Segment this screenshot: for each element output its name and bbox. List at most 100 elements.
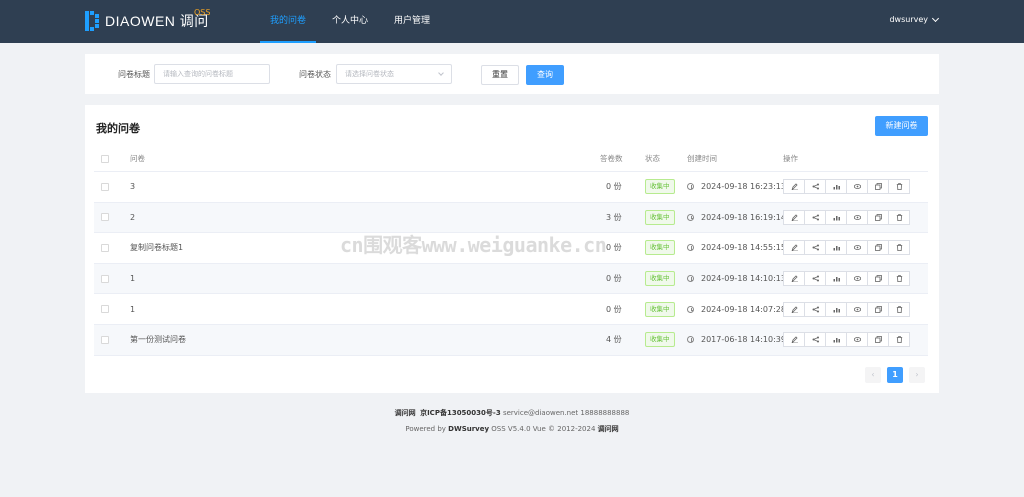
search-panel: 问卷标题 请输入查询的问卷标题 问卷状态 请选择问卷状态 重置 查询 xyxy=(85,54,939,94)
row-stats-button[interactable] xyxy=(825,179,847,195)
preview-icon xyxy=(853,245,861,251)
row-copy-button[interactable] xyxy=(867,240,889,256)
stats-icon xyxy=(833,246,840,251)
row-edit-button[interactable] xyxy=(783,179,805,195)
nav-my-surveys[interactable]: 我的问卷 xyxy=(260,0,317,43)
row-checkbox[interactable] xyxy=(101,274,109,283)
row-delete-button[interactable] xyxy=(888,271,910,287)
stats-icon xyxy=(833,215,840,221)
page-title: 我的问卷 xyxy=(96,122,140,135)
row-preview-button[interactable] xyxy=(846,332,868,348)
create-survey-button[interactable]: 新建问卷 xyxy=(875,116,928,136)
row-share-button[interactable] xyxy=(804,179,826,195)
row-share-button[interactable] xyxy=(804,301,826,317)
delete-icon xyxy=(896,336,902,344)
row-preview-button[interactable] xyxy=(846,209,868,225)
col-answers: 答卷数 xyxy=(600,154,623,163)
row-preview-button[interactable] xyxy=(846,240,868,256)
row-copy-button[interactable] xyxy=(867,301,889,317)
footer-brand-2: 调问网 xyxy=(597,425,619,433)
row-stats-button[interactable] xyxy=(825,209,847,225)
row-preview-button[interactable] xyxy=(846,301,868,317)
status-select[interactable]: 请选择问卷状态 xyxy=(336,64,452,84)
row-actions xyxy=(783,301,910,317)
status-select-placeholder: 请选择问卷状态 xyxy=(345,70,394,78)
row-checkbox[interactable] xyxy=(101,213,109,222)
clock-icon xyxy=(687,336,694,344)
row-share-button[interactable] xyxy=(804,271,826,287)
row-stats-button[interactable] xyxy=(825,301,847,317)
select-all-checkbox[interactable] xyxy=(101,154,109,163)
prev-page-button[interactable]: ‹ xyxy=(865,367,881,383)
row-share-button[interactable] xyxy=(804,332,826,348)
clock-icon xyxy=(687,305,694,313)
query-button[interactable]: 查询 xyxy=(526,65,564,85)
row-actions xyxy=(783,332,910,348)
preview-icon xyxy=(853,184,861,190)
nav-profile[interactable]: 个人中心 xyxy=(322,0,378,43)
survey-name[interactable]: 复制问卷标题1 xyxy=(130,233,183,263)
row-delete-button[interactable] xyxy=(888,209,910,225)
survey-name[interactable]: 3 xyxy=(130,172,135,202)
row-edit-button[interactable] xyxy=(783,332,805,348)
row-preview-button[interactable] xyxy=(846,179,868,195)
copy-icon xyxy=(874,213,882,221)
next-page-button[interactable]: › xyxy=(909,367,925,383)
edit-icon xyxy=(791,244,798,252)
created-time: 2024-09-18 16:23:13 xyxy=(701,182,786,192)
row-delete-button[interactable] xyxy=(888,240,910,256)
answer-count: 3 份 xyxy=(606,212,622,222)
row-share-button[interactable] xyxy=(804,240,826,256)
row-share-button[interactable] xyxy=(804,209,826,225)
created-time: 2024-09-18 14:10:13 xyxy=(701,274,786,284)
table-row: 3 0 份 收集中 2024-09-18 16:23:13 xyxy=(94,172,928,203)
reset-button[interactable]: 重置 xyxy=(481,65,519,85)
row-copy-button[interactable] xyxy=(867,271,889,287)
row-edit-button[interactable] xyxy=(783,271,805,287)
row-copy-button[interactable] xyxy=(867,179,889,195)
status-badge: 收集中 xyxy=(645,301,675,317)
status-badge: 收集中 xyxy=(645,271,675,287)
title-search-input[interactable]: 请输入查询的问卷标题 xyxy=(154,64,270,84)
edit-icon xyxy=(791,336,798,344)
answer-count: 0 份 xyxy=(606,243,622,253)
row-stats-button[interactable] xyxy=(825,271,847,287)
username: dwsurvey xyxy=(889,15,928,24)
copy-icon xyxy=(874,305,882,313)
nav-user-management[interactable]: 用户管理 xyxy=(384,0,440,43)
row-edit-button[interactable] xyxy=(783,240,805,256)
row-delete-button[interactable] xyxy=(888,332,910,348)
preview-icon xyxy=(853,276,861,281)
survey-name[interactable]: 1 xyxy=(130,264,135,294)
row-checkbox[interactable] xyxy=(101,243,109,252)
footer-icp[interactable]: 京ICP备13050030号-3 xyxy=(420,409,501,417)
table-header: 问卷 答卷数 状态 创建时间 操作 xyxy=(94,146,928,172)
row-edit-button[interactable] xyxy=(783,209,805,225)
row-edit-button[interactable] xyxy=(783,301,805,317)
footer-product[interactable]: DWSurvey xyxy=(448,425,489,433)
col-ops: 操作 xyxy=(783,154,798,163)
row-actions xyxy=(783,209,910,225)
row-checkbox[interactable] xyxy=(101,182,109,191)
row-stats-button[interactable] xyxy=(825,240,847,256)
copy-icon xyxy=(874,275,882,282)
edit-icon xyxy=(791,214,798,221)
row-checkbox[interactable] xyxy=(101,335,109,344)
survey-name[interactable]: 第一份测试问卷 xyxy=(130,325,186,355)
row-delete-button[interactable] xyxy=(888,179,910,195)
page-1-button[interactable]: 1 xyxy=(887,367,903,383)
user-menu[interactable]: dwsurvey xyxy=(889,14,940,24)
logo[interactable]: DIAOWEN 调问 OSS xyxy=(85,8,210,32)
row-copy-button[interactable] xyxy=(867,209,889,225)
footer-powered-by: Powered by xyxy=(405,425,446,433)
survey-name[interactable]: 2 xyxy=(130,203,135,233)
row-copy-button[interactable] xyxy=(867,332,889,348)
row-preview-button[interactable] xyxy=(846,271,868,287)
row-checkbox[interactable] xyxy=(101,305,109,314)
row-stats-button[interactable] xyxy=(825,332,847,348)
survey-name[interactable]: 1 xyxy=(130,294,135,324)
row-delete-button[interactable] xyxy=(888,301,910,317)
edit-icon xyxy=(791,275,798,283)
preview-icon xyxy=(853,337,861,343)
stats-icon xyxy=(833,307,840,313)
